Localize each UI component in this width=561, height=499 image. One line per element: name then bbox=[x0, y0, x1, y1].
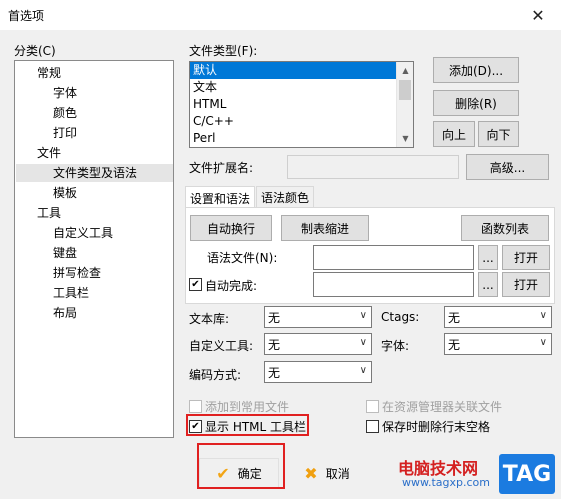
tree-item[interactable]: 打印 bbox=[53, 124, 77, 142]
tree-item[interactable]: 工具栏 bbox=[53, 284, 89, 302]
cancel-button[interactable]: ✖ 取消 bbox=[287, 458, 367, 488]
watermark-tag-logo: TAG bbox=[499, 454, 555, 494]
chevron-down-icon: ∨ bbox=[359, 310, 367, 321]
extension-label: 文件扩展名: bbox=[189, 161, 254, 175]
custom-tools-label: 自定义工具: bbox=[189, 339, 254, 353]
ctags-select[interactable]: 无 ∨ bbox=[444, 306, 552, 328]
font-label: 字体: bbox=[381, 339, 410, 353]
chevron-down-icon: ∨ bbox=[359, 365, 367, 376]
trim-trailing-label: 保存时删除行末空格 bbox=[382, 420, 491, 434]
delete-filetype-button[interactable]: 删除(R) bbox=[433, 90, 519, 116]
font-value: 无 bbox=[448, 337, 461, 352]
extension-input[interactable] bbox=[287, 155, 459, 179]
library-select[interactable]: 无 ∨ bbox=[264, 306, 372, 328]
add-common-label: 添加到常用文件 bbox=[205, 400, 290, 414]
associate-label: 在资源管理器关联文件 bbox=[382, 400, 503, 414]
autocomplete-open-button[interactable]: 打开 bbox=[502, 272, 550, 297]
encoding-select[interactable]: 无 ∨ bbox=[264, 361, 372, 383]
encoding-value: 无 bbox=[268, 365, 281, 380]
syntax-file-browse-button[interactable]: ... bbox=[478, 245, 498, 270]
tab-indent-button[interactable]: 制表缩进 bbox=[281, 215, 369, 241]
ctags-value: 无 bbox=[448, 310, 461, 325]
window-title: 首选项 bbox=[8, 8, 45, 23]
autocomplete-browse-button[interactable]: ... bbox=[478, 272, 498, 297]
function-list-button[interactable]: 函数列表 bbox=[461, 215, 549, 241]
move-up-button[interactable]: 向上 bbox=[433, 121, 475, 147]
filetype-list[interactable]: 默认 文本 HTML C/C++ Perl ▲ ▼ bbox=[189, 61, 414, 148]
add-common-checkbox[interactable] bbox=[189, 400, 202, 413]
scroll-up-icon[interactable]: ▲ bbox=[397, 62, 413, 79]
tab-syntax-colors[interactable]: 语法颜色 bbox=[256, 186, 314, 208]
filetype-list-item[interactable]: 文本 bbox=[190, 79, 396, 96]
filetype-list-item[interactable]: HTML bbox=[190, 96, 396, 113]
autocomplete-label: 自动完成: bbox=[205, 279, 258, 293]
watermark-url: www.tagxp.com bbox=[402, 476, 490, 489]
tree-item[interactable]: 文件类型及语法 bbox=[16, 164, 173, 182]
font-select[interactable]: 无 ∨ bbox=[444, 333, 552, 355]
scroll-down-icon[interactable]: ▼ bbox=[397, 130, 413, 147]
cancel-label: 取消 bbox=[325, 466, 350, 481]
add-filetype-button[interactable]: 添加(D)... bbox=[433, 57, 519, 83]
check-mark-icon: ✔ bbox=[191, 278, 200, 290]
filetype-list-item[interactable]: Perl bbox=[190, 130, 396, 147]
tree-item[interactable]: 键盘 bbox=[53, 244, 77, 262]
category-tree[interactable]: 常规字体颜色打印文件文件类型及语法模板工具自定义工具键盘拼写检查工具栏布局 bbox=[14, 60, 174, 438]
tree-item[interactable]: 文件 bbox=[37, 144, 61, 162]
autocomplete-checkbox[interactable]: ✔ bbox=[189, 278, 202, 291]
tree-item[interactable]: 常规 bbox=[37, 64, 61, 82]
syntax-file-label: 语法文件(N): bbox=[207, 251, 278, 265]
tab-settings[interactable]: 设置和语法 bbox=[185, 186, 255, 209]
tree-item[interactable]: 颜色 bbox=[53, 104, 77, 122]
syntax-file-input[interactable] bbox=[313, 245, 474, 270]
filetype-label: 文件类型(F): bbox=[189, 44, 258, 58]
trim-trailing-checkbox[interactable] bbox=[366, 420, 379, 433]
tree-item[interactable]: 字体 bbox=[53, 84, 77, 102]
library-value: 无 bbox=[268, 310, 281, 325]
cancel-x-icon: ✖ bbox=[304, 463, 318, 483]
tree-item[interactable]: 拼写检查 bbox=[53, 264, 101, 282]
syntax-file-open-button[interactable]: 打开 bbox=[502, 245, 550, 270]
advanced-button[interactable]: 高级... bbox=[466, 154, 549, 180]
ctags-label: Ctags: bbox=[381, 310, 420, 324]
watermark: 电脑技术网 www.tagxp.com TAG bbox=[380, 452, 558, 496]
title-bar: 首选项 ✕ bbox=[0, 0, 561, 30]
filetype-scrollbar[interactable]: ▲ ▼ bbox=[396, 62, 413, 147]
close-icon[interactable]: ✕ bbox=[515, 0, 561, 30]
encoding-label: 编码方式: bbox=[189, 368, 242, 382]
scroll-thumb[interactable] bbox=[399, 80, 411, 100]
custom-tools-value: 无 bbox=[268, 337, 281, 352]
custom-tools-select[interactable]: 无 ∨ bbox=[264, 333, 372, 355]
chevron-down-icon: ∨ bbox=[539, 310, 547, 321]
chevron-down-icon: ∨ bbox=[539, 337, 547, 348]
autocomplete-input[interactable] bbox=[313, 272, 474, 297]
tree-item[interactable]: 工具 bbox=[37, 204, 61, 222]
autowrap-button[interactable]: 自动换行 bbox=[190, 215, 272, 241]
tree-item[interactable]: 模板 bbox=[53, 184, 77, 202]
associate-checkbox[interactable] bbox=[366, 400, 379, 413]
category-label: 分类(C) bbox=[14, 44, 56, 58]
library-label: 文本库: bbox=[189, 312, 230, 326]
chevron-down-icon: ∨ bbox=[359, 337, 367, 348]
move-down-button[interactable]: 向下 bbox=[478, 121, 519, 147]
highlight-box bbox=[186, 414, 309, 436]
tree-item[interactable]: 自定义工具 bbox=[53, 224, 113, 242]
tree-item[interactable]: 布局 bbox=[53, 304, 77, 322]
filetype-list-item[interactable]: 默认 bbox=[190, 62, 396, 79]
filetype-list-item[interactable]: C/C++ bbox=[190, 113, 396, 130]
ok-highlight-box bbox=[197, 443, 285, 489]
